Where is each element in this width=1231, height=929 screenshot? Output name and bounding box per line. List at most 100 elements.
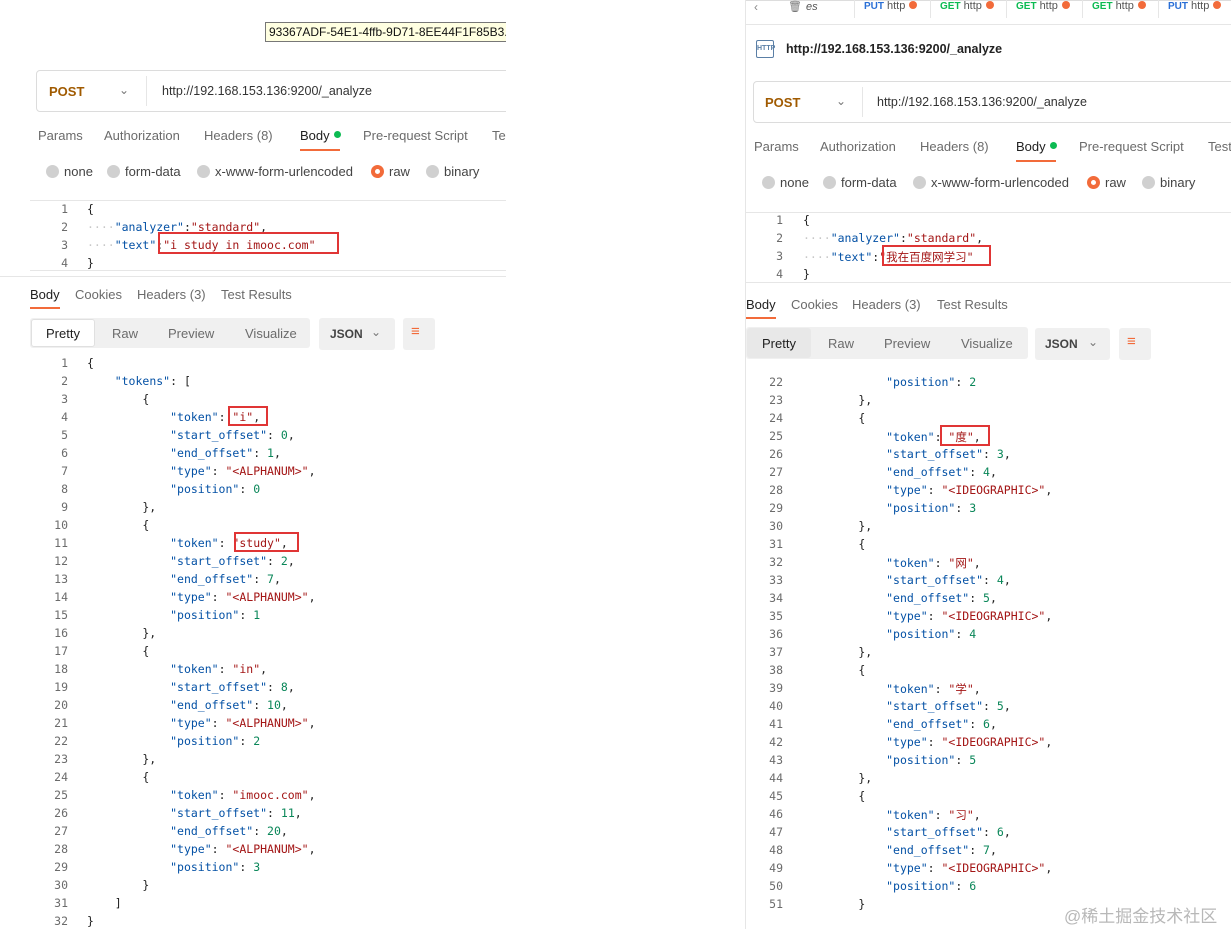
- code-token: "start_offset": [170, 428, 268, 442]
- tab-cookies[interactable]: Cookies: [791, 297, 838, 312]
- code-line: "end_offset": 7,: [803, 843, 997, 857]
- radio-form-data[interactable]: form-data: [107, 164, 181, 179]
- open-tab-2[interactable]: GET http: [940, 0, 994, 12]
- code-line: },: [803, 771, 872, 785]
- chevron-down-icon[interactable]: ⌄: [836, 94, 846, 108]
- line-number: 42: [769, 735, 783, 749]
- line-number: 1: [61, 356, 68, 370]
- code-line: "position": 6: [803, 879, 976, 893]
- radio-raw[interactable]: raw: [371, 164, 410, 179]
- code-token: ····: [803, 231, 831, 245]
- code-line: "end_offset": 6,: [803, 717, 997, 731]
- tab-test[interactable]: Test: [1208, 139, 1231, 154]
- line-number: 12: [54, 554, 68, 568]
- open-tab-3[interactable]: GET http: [1016, 0, 1070, 12]
- open-tab-4[interactable]: GET http: [1092, 0, 1146, 12]
- left-url-input[interactable]: http://192.168.153.136:9200/_analyze: [162, 84, 372, 98]
- tab-te[interactable]: Te: [492, 128, 506, 143]
- line-number: 4: [61, 256, 68, 270]
- open-tab-0[interactable]: 🗑 es: [788, 0, 818, 13]
- tab-label: Cookies: [791, 297, 838, 312]
- tab-test-results[interactable]: Test Results: [937, 297, 1008, 312]
- chevron-down-icon[interactable]: ⌄: [1088, 335, 1098, 349]
- radio-raw[interactable]: raw: [1087, 175, 1126, 190]
- view-tab-pretty[interactable]: Pretty: [762, 336, 796, 351]
- tab-cookies[interactable]: Cookies: [75, 287, 122, 302]
- chevron-left-icon[interactable]: ‹: [754, 0, 758, 14]
- view-tab-visualize[interactable]: Visualize: [961, 336, 1013, 351]
- tab-headers-3[interactable]: Headers (3): [137, 287, 206, 302]
- tab-label: Test: [1208, 139, 1231, 154]
- code-line: {: [87, 392, 149, 406]
- code-token: ,: [287, 428, 295, 442]
- tab-authorization[interactable]: Authorization: [820, 139, 896, 154]
- code-token: "start_offset": [170, 806, 268, 820]
- radio-x-www-form-urlencoded[interactable]: x-www-form-urlencoded: [197, 164, 353, 179]
- radio-label: none: [780, 175, 809, 190]
- tab-pre-request-script[interactable]: Pre-request Script: [1079, 139, 1184, 154]
- tab-headers-3[interactable]: Headers (3): [852, 297, 921, 312]
- left-method-select[interactable]: POST: [49, 84, 84, 99]
- tab-label: Cookies: [75, 287, 122, 302]
- tab-pre-request-script[interactable]: Pre-request Script: [363, 128, 468, 143]
- tab-body[interactable]: Body: [300, 128, 341, 143]
- open-tab-1[interactable]: PUT http: [864, 0, 918, 12]
- code-token: "type": [170, 842, 212, 856]
- code-line: "end_offset": 7,: [87, 572, 281, 586]
- tab-headers-8[interactable]: Headers (8): [204, 128, 273, 143]
- code-token: :: [218, 662, 233, 676]
- radio-binary[interactable]: binary: [426, 164, 479, 179]
- tab-authorization[interactable]: Authorization: [104, 128, 180, 143]
- tab-body[interactable]: Body: [746, 297, 776, 312]
- code-token: 3: [253, 860, 261, 874]
- chevron-down-icon[interactable]: ⌄: [371, 325, 381, 339]
- code-line: "end_offset": 10,: [87, 698, 288, 712]
- tab-label: Params: [38, 128, 83, 143]
- line-number: 15: [54, 608, 68, 622]
- wrap-lines-icon: ≡: [411, 323, 420, 340]
- code-token: "end_offset": [886, 465, 970, 479]
- line-number: 13: [54, 572, 68, 586]
- view-tab-preview[interactable]: Preview: [168, 326, 214, 341]
- view-tab-raw[interactable]: Raw: [828, 336, 854, 351]
- right-url-input[interactable]: http://192.168.153.136:9200/_analyze: [877, 95, 1087, 109]
- view-tab-pretty[interactable]: Pretty: [46, 326, 80, 341]
- line-number: 47: [769, 825, 783, 839]
- tab-params[interactable]: Params: [38, 128, 83, 143]
- radio-form-data[interactable]: form-data: [823, 175, 897, 190]
- code-token: "<ALPHANUM>": [225, 842, 309, 856]
- radio-binary[interactable]: binary: [1142, 175, 1195, 190]
- radio-none[interactable]: none: [46, 164, 93, 179]
- tab-headers-8[interactable]: Headers (8): [920, 139, 989, 154]
- radio-none[interactable]: none: [762, 175, 809, 190]
- code-token: 10: [267, 698, 281, 712]
- tab-params[interactable]: Params: [754, 139, 799, 154]
- radio-x-www-form-urlencoded[interactable]: x-www-form-urlencoded: [913, 175, 1069, 190]
- code-token: "<ALPHANUM>": [225, 590, 309, 604]
- code-token: :: [211, 464, 226, 478]
- highlight-box: [234, 532, 299, 552]
- code-line: },: [803, 519, 872, 533]
- tab-test-results[interactable]: Test Results: [221, 287, 292, 302]
- line-number: 24: [54, 770, 68, 784]
- code-token: :: [267, 428, 281, 442]
- chevron-down-icon[interactable]: ⌄: [119, 83, 129, 97]
- open-tab-5[interactable]: PUT http: [1168, 0, 1222, 12]
- view-tab-raw[interactable]: Raw: [112, 326, 138, 341]
- tab-body[interactable]: Body: [30, 287, 60, 302]
- tab-body[interactable]: Body: [1016, 139, 1057, 154]
- right-method-select[interactable]: POST: [765, 95, 800, 110]
- code-token: ····: [87, 238, 115, 252]
- view-tab-preview[interactable]: Preview: [884, 336, 930, 351]
- highlight-box: [228, 406, 268, 426]
- tab-label: Body: [30, 287, 60, 302]
- view-tab-visualize[interactable]: Visualize: [245, 326, 297, 341]
